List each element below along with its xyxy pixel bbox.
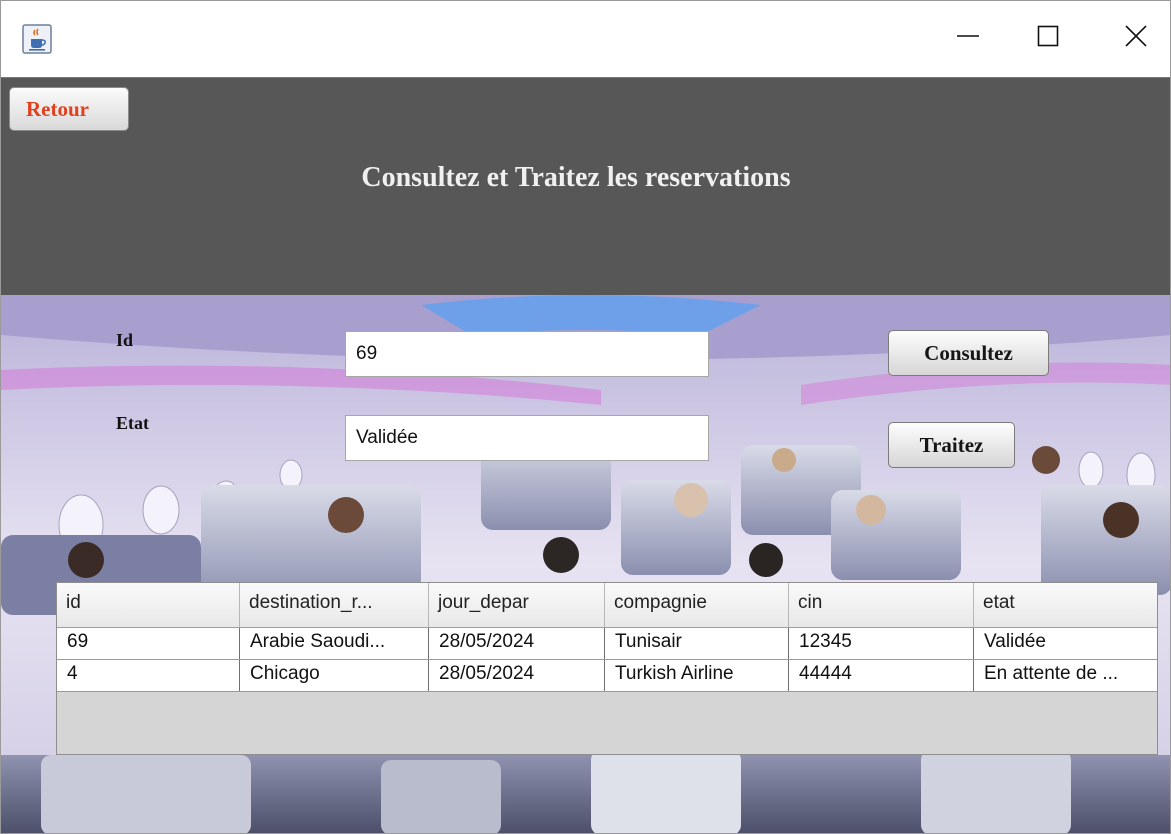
maximize-icon bbox=[1036, 24, 1060, 53]
page-title: Consultez et Traitez les reservations bbox=[361, 162, 791, 193]
table-cell[interactable]: Chicago bbox=[240, 660, 429, 691]
back-button[interactable]: Retour bbox=[9, 87, 129, 131]
column-header-etat[interactable]: etat bbox=[974, 583, 1157, 627]
process-button[interactable]: Traitez bbox=[888, 422, 1015, 468]
table-cell[interactable]: Tunisair bbox=[605, 628, 789, 659]
table-cell[interactable]: 12345 bbox=[789, 628, 974, 659]
table-cell[interactable]: 28/05/2024 bbox=[429, 660, 605, 691]
table-cell[interactable]: 4 bbox=[57, 660, 240, 691]
maximize-button[interactable] bbox=[1025, 15, 1071, 61]
table-cell[interactable]: 69 bbox=[57, 628, 240, 659]
consult-button[interactable]: Consultez bbox=[888, 330, 1049, 376]
table-cell[interactable]: Arabie Saoudi... bbox=[240, 628, 429, 659]
table-cell[interactable]: Turkish Airline bbox=[605, 660, 789, 691]
etat-field[interactable] bbox=[345, 415, 709, 461]
title-bar[interactable] bbox=[1, 1, 1170, 77]
column-header-destination[interactable]: destination_r... bbox=[240, 583, 429, 627]
column-header-compagnie[interactable]: compagnie bbox=[605, 583, 789, 627]
column-header-jour-depart[interactable]: jour_depar bbox=[429, 583, 605, 627]
java-cup-icon bbox=[22, 24, 52, 54]
id-label: Id bbox=[116, 330, 134, 350]
table-cell[interactable]: 28/05/2024 bbox=[429, 628, 605, 659]
table-row[interactable]: 69 Arabie Saoudi... 28/05/2024 Tunisair … bbox=[57, 628, 1157, 660]
reservation-window: Retour Consultez et Traitez les reservat… bbox=[0, 0, 1171, 834]
reservations-table[interactable]: id destination_r... jour_depar compagnie… bbox=[56, 582, 1158, 755]
column-header-cin[interactable]: cin bbox=[789, 583, 974, 627]
header-panel: Retour Consultez et Traitez les reservat… bbox=[1, 77, 1170, 296]
cabin-background: Id Consultez Etat Traitez id destination… bbox=[1, 295, 1170, 833]
column-header-id[interactable]: id bbox=[57, 583, 240, 627]
id-field[interactable] bbox=[345, 331, 709, 377]
minimize-icon bbox=[956, 24, 980, 53]
table-header-row: id destination_r... jour_depar compagnie… bbox=[57, 583, 1157, 628]
table-cell[interactable]: 44444 bbox=[789, 660, 974, 691]
close-button[interactable] bbox=[1113, 15, 1159, 61]
table-row[interactable]: 4 Chicago 28/05/2024 Turkish Airline 444… bbox=[57, 660, 1157, 692]
close-icon bbox=[1124, 24, 1148, 53]
minimize-button[interactable] bbox=[945, 15, 991, 61]
table-cell[interactable]: Validée bbox=[974, 628, 1157, 659]
etat-label: Etat bbox=[116, 413, 149, 433]
table-cell[interactable]: En attente de ... bbox=[974, 660, 1157, 691]
